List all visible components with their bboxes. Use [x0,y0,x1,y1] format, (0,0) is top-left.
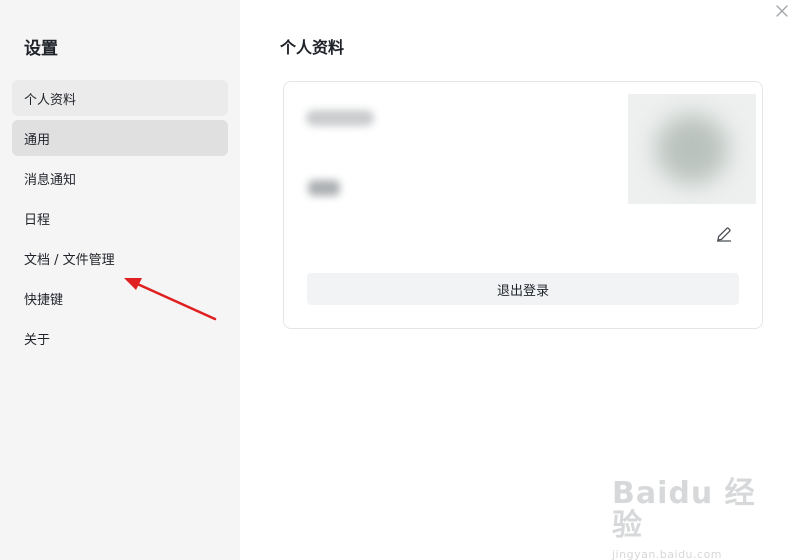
avatar-image [656,114,728,184]
sidebar-item-label: 日程 [24,212,51,228]
close-icon [776,5,788,17]
sidebar-item-label: 通用 [24,132,51,148]
settings-sidebar: 设置 个人资料 通用 消息通知 日程 文档 / 文件管理 快捷键 关于 [0,0,240,560]
sidebar-item-label: 文档 / 文件管理 [24,252,115,268]
logout-button[interactable]: 退出登录 [307,273,739,305]
pencil-icon [716,227,732,242]
sidebar-title: 设置 [24,39,58,59]
sidebar-item-label: 个人资料 [24,92,77,108]
sidebar-item-profile[interactable]: 个人资料 [12,80,228,116]
settings-nav: 个人资料 通用 消息通知 日程 文档 / 文件管理 快捷键 关于 [12,80,228,360]
profile-card: 退出登录 [283,81,763,329]
sidebar-item-shortcuts[interactable]: 快捷键 [12,280,228,316]
sidebar-item-about[interactable]: 关于 [12,320,228,356]
blurred-username [306,110,374,126]
sidebar-item-docs-files[interactable]: 文档 / 文件管理 [12,240,228,276]
sidebar-item-notifications[interactable]: 消息通知 [12,160,228,196]
close-button[interactable] [774,4,790,20]
sidebar-item-label: 关于 [24,332,51,348]
sidebar-item-general[interactable]: 通用 [12,120,228,156]
sidebar-item-label: 消息通知 [24,172,77,188]
blurred-user-info [308,180,340,196]
edit-profile-button[interactable] [714,224,734,244]
sidebar-item-label: 快捷键 [24,292,64,308]
page-title: 个人资料 [280,38,345,57]
sidebar-item-calendar[interactable]: 日程 [12,200,228,236]
avatar[interactable] [628,94,756,204]
settings-main-panel: 个人资料 退出登录 [240,0,800,560]
